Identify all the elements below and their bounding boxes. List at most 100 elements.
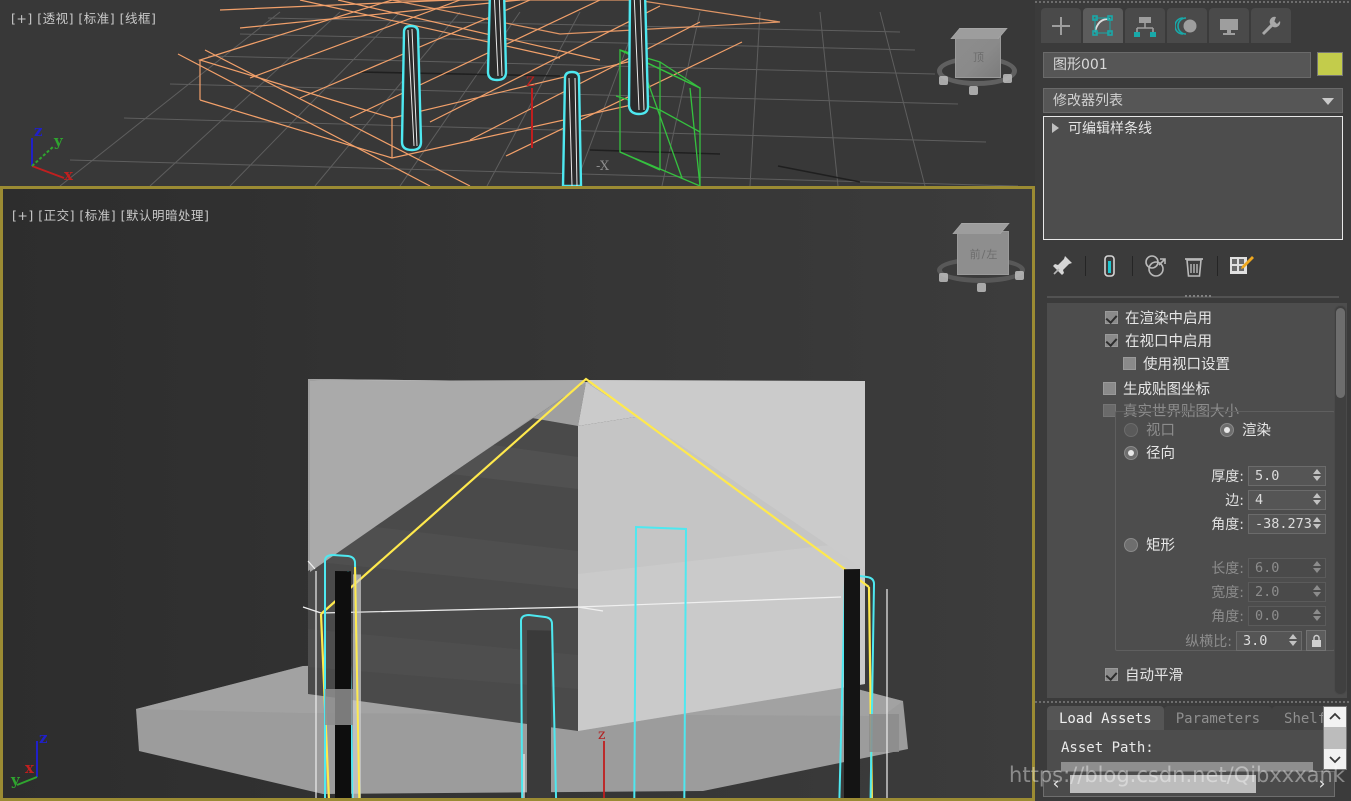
radio-button[interactable] [1220,422,1234,437]
spinner-value: 4 [1255,492,1264,508]
viewport-orthographic[interactable]: z x y x y [+] [正交] [标准] [默认明暗处理] z x y [0,186,1035,801]
checkbox-auto-smooth[interactable]: 自动平滑 [1105,665,1183,684]
tab-parameters[interactable]: Parameters [1163,706,1273,730]
checkbox-use-viewport-settings[interactable]: 使用视口设置 [1123,354,1239,373]
field-aspect[interactable]: 纵横比: 3.0 [1128,630,1326,651]
viewcube-nub[interactable] [939,273,948,282]
command-panel: 图形001 修改器列表 可编辑样条线 在渲染中启用 在视口中启用 使用视口设置 … [1035,0,1351,801]
spinner-arrows [1313,585,1321,597]
checkbox-generate-mapping-coords[interactable]: 生成贴图坐标 [1103,379,1239,398]
watermark: https://blog.csdn.net/Qibxxxank [1009,763,1345,787]
field-label: 宽度: [1211,585,1244,601]
spinner-arrows[interactable] [1313,517,1321,529]
stack-item-editable-spline[interactable]: 可编辑样条线 [1044,117,1342,139]
field-angle-radial[interactable]: 角度: -38.273 [1128,514,1326,534]
checkbox-enable-in-viewport[interactable]: 在视口中启用 [1105,331,1239,350]
radio-radial[interactable]: 径向 [1124,442,1175,463]
checkbox-label: 在渲染中启用 [1125,311,1212,327]
lock-icon[interactable] [1306,630,1326,651]
checkbox-box[interactable] [1123,357,1136,370]
spinner-angle-rect: 0.0 [1248,606,1326,626]
spinner-arrows [1313,561,1321,573]
field-thickness[interactable]: 厚度: 5.0 [1128,466,1326,486]
viewport-label-orthographic[interactable]: [+] [正交] [标准] [默认明暗处理] [12,205,209,224]
spinner-thickness[interactable]: 5.0 [1248,466,1326,486]
toolbar-separator [1085,256,1086,276]
field-label: 纵横比: [1185,633,1232,650]
hierarchy-icon [1134,16,1156,37]
configure-modifier-sets-icon[interactable] [1222,249,1260,283]
chevron-down-icon [1322,98,1334,105]
perspective-scene: Z -X [59,0,1019,186]
cross-section-groupbox: 视口 渲染 径向 厚度: 5.0 边: 4 角度: -38.273 矩形 长度:… [1115,411,1335,651]
spinner-aspect[interactable]: 3.0 [1236,630,1302,651]
tab-hierarchy[interactable] [1125,8,1165,43]
checkbox-label: 生成贴图坐标 [1123,382,1210,398]
scrollbar-track[interactable] [1324,727,1346,749]
tab-create[interactable] [1041,8,1081,43]
make-unique-icon[interactable] [1137,249,1175,283]
viewcube-perspective[interactable]: 顶 [937,30,1017,95]
tab-motion[interactable] [1167,8,1207,43]
tab-display[interactable] [1209,8,1249,43]
radio-rectangular[interactable]: 矩形 [1124,534,1175,555]
expand-triangle-icon[interactable] [1052,123,1059,133]
viewcube-nub[interactable] [1003,74,1012,83]
dock-drag-handle[interactable] [1035,700,1351,705]
radio-button[interactable] [1124,445,1138,460]
remove-modifier-icon[interactable] [1175,249,1213,283]
viewport-label-perspective[interactable]: [+] [透视] [标准] [线框] [11,8,156,27]
chevron-up-icon[interactable] [1324,707,1346,727]
viewcube-orthographic[interactable]: 前/左 [935,227,1027,293]
stack-item-label: 可编辑样条线 [1068,121,1152,137]
spinner-arrows[interactable] [1313,493,1321,505]
viewcube-nub[interactable] [969,86,978,95]
checkbox-box[interactable] [1105,334,1118,347]
scrollbar-thumb[interactable] [1336,308,1345,398]
tab-load-assets[interactable]: Load Assets [1047,706,1164,730]
show-end-result-icon[interactable] [1090,249,1128,283]
viewcube-box[interactable]: 顶 [955,36,1001,78]
axis-tripod-orthographic: z x y [9,729,69,789]
viewcube-nub[interactable] [939,76,948,85]
radio-label: 矩形 [1146,538,1175,554]
spinner-arrows[interactable] [1289,633,1297,646]
checkbox-label: 使用视口设置 [1143,357,1230,373]
pin-stack-icon[interactable] [1043,249,1081,283]
spinner-sides[interactable]: 4 [1248,490,1326,510]
checkbox-box[interactable] [1105,668,1118,681]
spinner-arrows[interactable] [1313,469,1321,481]
viewport-area: Z -X [+] [透视] [标准] [线框] z y x 顶 z [+] [正… [0,0,1035,801]
tab-utilities[interactable] [1251,8,1291,43]
spinner-value: 6.0 [1255,560,1280,576]
spinner-angle-radial[interactable]: -38.273 [1248,514,1326,534]
object-color-swatch[interactable] [1317,52,1343,76]
object-name-field[interactable]: 图形001 [1043,52,1311,78]
max-window: Z -X [+] [透视] [标准] [线框] z y x 顶 z [+] [正… [0,0,1351,801]
viewcube-nub[interactable] [1015,271,1024,280]
svg-text:y: y [53,132,64,150]
command-panel-tabs [1041,8,1291,43]
panel-splitter[interactable] [1047,294,1339,299]
panel-drag-handle[interactable] [1035,0,1351,5]
checkbox-box[interactable] [1103,382,1116,395]
svg-text:y: y [10,771,21,789]
orthographic-scene: z x y x y [3,189,1032,798]
checkbox-enable-in-renderer[interactable]: 在渲染中启用 [1105,308,1239,327]
viewport-perspective[interactable]: Z -X [+] [透视] [标准] [线框] z y x 顶 [0,0,1035,186]
viewcube-box[interactable]: 前/左 [957,231,1009,275]
modifier-stack[interactable]: 可编辑样条线 [1043,116,1343,240]
dock-vertical-scrollbar[interactable] [1323,706,1347,770]
command-panel-scrollbar[interactable] [1334,305,1347,695]
viewcube-nub[interactable] [977,283,986,292]
tab-modify[interactable] [1083,8,1123,43]
radio-button[interactable] [1124,537,1138,552]
modifier-list-dropdown[interactable]: 修改器列表 [1043,88,1343,113]
plus-icon [1052,16,1070,35]
checkbox-box[interactable] [1105,311,1118,324]
motion-circles-icon [1175,16,1197,35]
field-label: 角度: [1211,517,1244,533]
field-sides[interactable]: 边: 4 [1128,490,1326,510]
radio-renderer[interactable]: 渲染 [1220,419,1271,440]
spinner-length: 6.0 [1248,558,1326,578]
